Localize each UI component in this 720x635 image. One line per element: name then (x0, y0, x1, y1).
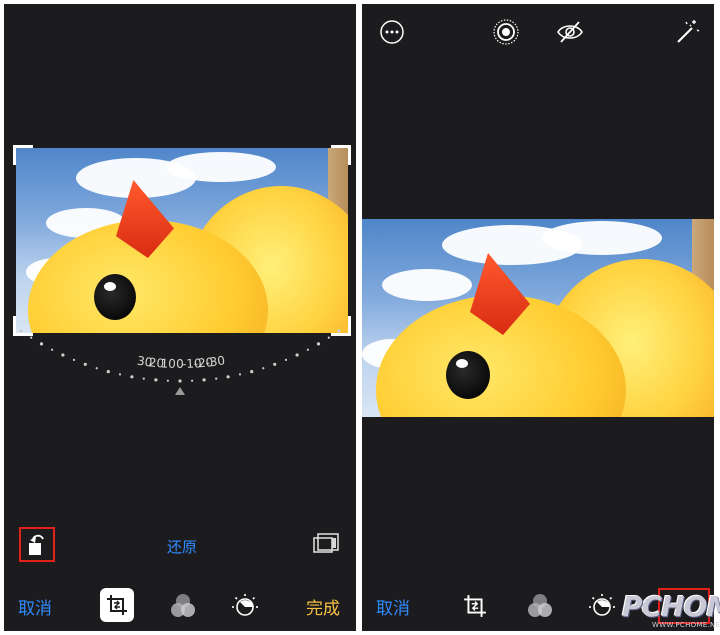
adjust-icon (232, 594, 258, 616)
dial-tick (226, 375, 230, 379)
dial-tick (327, 336, 330, 339)
dial-tick (191, 379, 194, 382)
right-screen: 取消 (362, 4, 714, 631)
dial-tick (95, 367, 98, 370)
magic-wand-icon (677, 20, 700, 43)
photo-image[interactable] (362, 219, 714, 417)
dial-tick (178, 379, 182, 383)
dial-tick (238, 373, 242, 376)
dial-tick (61, 353, 65, 357)
left-screen: -30 -20 -10 0 10 20 30 还原 取消 完成 (4, 4, 356, 631)
dial-tick (154, 378, 158, 382)
eye-slash-icon (557, 21, 583, 43)
dial-tick (337, 329, 341, 333)
dial-tick (142, 377, 145, 380)
filters-icon (528, 594, 552, 617)
crop-tool-button[interactable] (100, 588, 134, 622)
adjust-button[interactable] (586, 590, 618, 622)
photo-image[interactable] (16, 148, 348, 333)
aspect-ratio-button[interactable] (310, 528, 342, 560)
filters-button[interactable] (167, 590, 199, 622)
dial-tick (284, 358, 288, 361)
done-button[interactable]: 完成 (306, 594, 340, 619)
dial-label: -10 (182, 356, 202, 371)
more-icon (380, 20, 404, 44)
dial-tick (72, 358, 76, 361)
dial-tick (316, 342, 321, 346)
dial-tick (130, 375, 134, 379)
dial-tick (30, 336, 33, 339)
more-button[interactable] (376, 16, 408, 48)
crop-icon (464, 595, 486, 617)
crop-corner-top-right[interactable] (331, 145, 351, 165)
filters-button[interactable] (524, 590, 556, 622)
dial-indicator (175, 387, 185, 395)
dial-tick (250, 370, 254, 374)
adjust-icon (589, 594, 615, 616)
cancel-button[interactable]: 取消 (376, 594, 410, 619)
crop-corner-top-left[interactable] (13, 145, 33, 165)
aspect-ratio-icon (313, 533, 339, 553)
dial-tick (215, 377, 218, 380)
dial-tick (83, 362, 87, 366)
dial-tick (118, 373, 122, 376)
live-photo-icon (493, 19, 519, 45)
dial-tick (262, 367, 265, 370)
rotate-button[interactable] (21, 529, 53, 561)
straighten-dial[interactable]: -30-20-100102030 (4, 329, 356, 409)
live-photo-button[interactable] (490, 16, 522, 48)
crop-icon (107, 595, 127, 615)
dial-tick (51, 348, 54, 351)
dial-tick (202, 378, 206, 382)
done-highlight-box (658, 588, 710, 624)
adjust-button[interactable] (229, 590, 261, 622)
dial-tick (166, 379, 169, 382)
dial-tick (306, 348, 309, 351)
dial-tick (19, 329, 23, 333)
dial-label: 0 (176, 357, 184, 371)
dial-tick (39, 342, 44, 346)
cancel-button[interactable]: 取消 (18, 594, 52, 619)
rotate-icon (29, 534, 44, 555)
dial-label: 30 (136, 354, 153, 370)
dial-tick (106, 370, 110, 374)
hide-button[interactable] (554, 16, 586, 48)
crop-tool-button[interactable] (459, 590, 491, 622)
reset-button[interactable]: 还原 (167, 536, 197, 557)
auto-enhance-button[interactable] (670, 16, 702, 48)
dial-tick (273, 362, 277, 366)
dial-tick (295, 353, 299, 357)
filters-icon (171, 594, 195, 617)
